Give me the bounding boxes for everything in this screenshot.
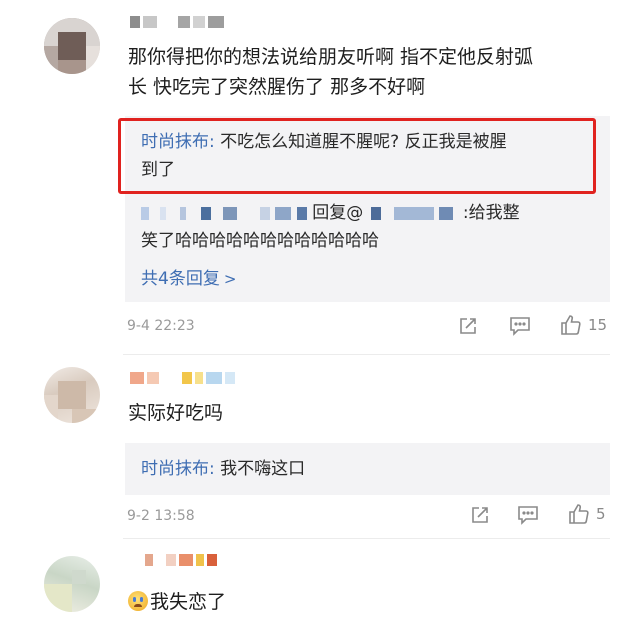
- like-icon: [569, 504, 589, 524]
- blurred-username: [141, 206, 149, 220]
- like-button[interactable]: 15: [560, 314, 607, 336]
- share-button[interactable]: [458, 316, 478, 336]
- highlight-box: [118, 118, 596, 194]
- reply-item[interactable]: 时尚抹布: 我不嗨这口: [141, 455, 305, 483]
- comment-body: 我失恋了: [128, 587, 226, 617]
- avatar[interactable]: [44, 367, 100, 423]
- username-blurred[interactable]: [130, 16, 224, 30]
- share-button[interactable]: [470, 505, 490, 525]
- avatar[interactable]: [44, 18, 100, 74]
- comment-item-1: 那你得把你的想法说给朋友听啊 指不定他反射弧 长 快吃完了突然腥伤了 那多不好啊…: [0, 0, 640, 355]
- reply-button[interactable]: [517, 505, 539, 525]
- reply-tail-text: :给我整: [462, 203, 520, 223]
- username-blurred[interactable]: [145, 554, 217, 568]
- divider: [123, 538, 610, 539]
- like-icon: [561, 315, 581, 335]
- comment-icon: [510, 317, 530, 336]
- like-count: 5: [596, 505, 606, 523]
- reply-text-cont: 笑了哈哈哈哈哈哈哈哈哈哈哈哈: [141, 231, 379, 251]
- reply-item[interactable]: 回复@ :给我整 笑了哈哈哈哈哈哈哈哈哈哈哈哈: [141, 199, 601, 255]
- share-icon: [460, 318, 476, 334]
- comment-icon: [518, 506, 538, 525]
- reply-text: 我不嗨这口: [214, 459, 306, 479]
- comment-time: 9-4 22:23: [127, 318, 195, 334]
- reply-author[interactable]: 时尚抹布:: [141, 459, 215, 479]
- comment-time: 9-2 13:58: [127, 508, 195, 524]
- like-button[interactable]: 5: [568, 503, 606, 525]
- reply-mid-text: 回复@: [312, 203, 364, 223]
- share-icon: [472, 507, 488, 523]
- avatar[interactable]: [44, 556, 100, 612]
- chevron-right-icon: >: [223, 270, 237, 288]
- reply-thread: 时尚抹布: 我不嗨这口: [125, 443, 610, 495]
- view-more-replies[interactable]: 共4条回复 >: [141, 264, 236, 289]
- comment-item-3: 我失恋了: [0, 540, 640, 639]
- comment-body: 实际好吃吗: [128, 402, 224, 424]
- username-blurred[interactable]: [130, 372, 235, 386]
- comment-item-2: 实际好吃吗 时尚抹布: 我不嗨这口 9-2 13:58 5: [0, 355, 640, 540]
- comment-body: 那你得把你的想法说给朋友听啊 指不定他反射弧 长 快吃完了突然腥伤了 那多不好啊: [128, 46, 534, 98]
- reply-button[interactable]: [509, 316, 531, 336]
- crying-face-emoji: [128, 591, 148, 611]
- like-count: 15: [588, 316, 608, 334]
